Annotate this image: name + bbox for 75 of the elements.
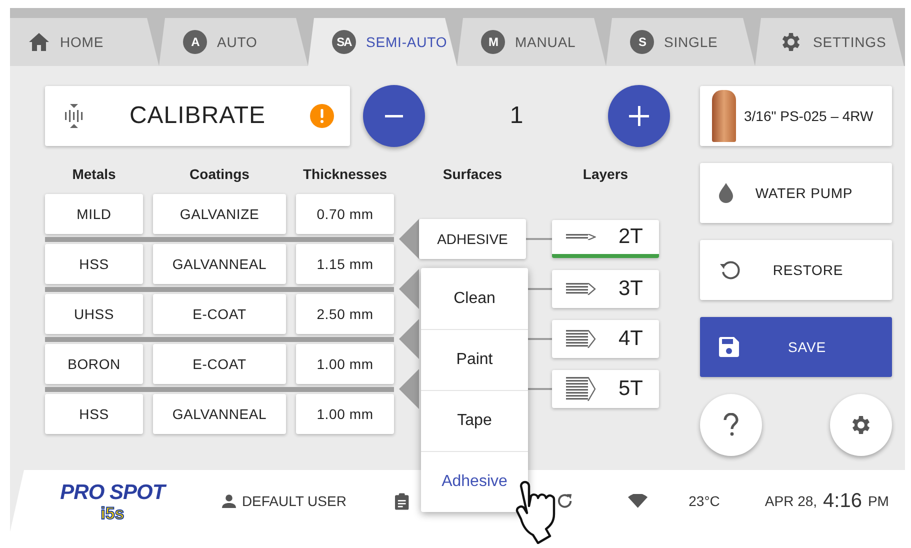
counter-value: 1 — [508, 102, 524, 130]
column-header: Surfaces — [442, 165, 504, 184]
column-header: Layers — [582, 165, 630, 184]
thickness-cell[interactable]: 2.50 mm — [296, 294, 394, 334]
restore-icon — [718, 258, 742, 282]
pointer-triangle — [399, 269, 419, 309]
tip-label: 3/16" PS-025 – 4RW — [744, 108, 874, 124]
metal-cell[interactable]: BORON — [45, 344, 143, 384]
action-button[interactable]: SAVE — [700, 317, 892, 377]
plus-icon — [629, 106, 649, 126]
pointer-triangle — [399, 369, 419, 409]
metal-cell[interactable]: HSS — [45, 394, 143, 434]
coating-cell[interactable]: GALVANIZE — [153, 194, 286, 234]
mode-badge: M — [481, 30, 505, 54]
thickness-cell[interactable]: 1.00 mm — [296, 394, 394, 434]
mode-tab[interactable]: M MANUAL — [457, 18, 606, 66]
layer-chip[interactable]: 2T — [552, 220, 659, 258]
thickness-cell[interactable]: 0.70 mm — [296, 194, 394, 234]
column-header: Metals — [71, 165, 117, 184]
layer-chip[interactable]: 5T — [552, 370, 659, 408]
action-button[interactable]: WATER PUMP — [700, 163, 892, 223]
metal-cell[interactable]: MILD — [45, 194, 143, 234]
user-icon — [222, 494, 236, 508]
layers-icon — [566, 377, 596, 401]
pointer-triangle — [399, 319, 419, 359]
coating-cell[interactable]: E-COAT — [153, 344, 286, 384]
mode-badge: SA — [332, 30, 356, 54]
mode-badge: S — [630, 30, 654, 54]
metal-cell[interactable]: HSS — [45, 244, 143, 284]
temperature: 23°C — [688, 493, 720, 509]
mode-tab[interactable]: SA SEMI-AUTO — [308, 18, 457, 66]
pointer-triangle — [399, 219, 419, 259]
minus-icon — [385, 114, 403, 118]
mode-tab[interactable]: A AUTO — [159, 18, 308, 66]
help-icon — [723, 413, 739, 437]
clipboard-icon — [395, 492, 410, 510]
coating-cell[interactable]: GALVANNEAL — [153, 394, 286, 434]
surface-chip[interactable]: ADHESIVE — [419, 219, 526, 259]
layer-chip[interactable]: 4T — [552, 320, 659, 358]
electrode-tip-drawing — [712, 90, 736, 142]
decrease-button[interactable] — [363, 85, 425, 147]
user-name: DEFAULT USER — [242, 493, 346, 509]
layers-icon — [566, 330, 596, 348]
help-button[interactable] — [700, 394, 762, 456]
column-header: Coatings — [188, 165, 250, 184]
date-time: APR 28, 4:16 PM — [764, 490, 889, 512]
calibrate-label: CALIBRATE — [128, 102, 267, 130]
menu-item[interactable]: Tape — [421, 390, 528, 451]
refresh-icon — [556, 492, 574, 510]
save-icon — [718, 336, 740, 358]
coating-cell[interactable]: E-COAT — [153, 294, 286, 334]
action-button[interactable]: RESTORE — [700, 240, 892, 300]
mode-tab[interactable]: HOME — [10, 18, 159, 66]
increase-button[interactable] — [608, 85, 670, 147]
mode-tab[interactable]: S SINGLE — [606, 18, 755, 66]
metal-cell[interactable]: UHSS — [45, 294, 143, 334]
tip-card[interactable]: 3/16" PS-025 – 4RW — [700, 86, 892, 146]
menu-item[interactable]: Paint — [421, 329, 528, 390]
layer-chip[interactable]: 3T — [552, 270, 659, 308]
home-icon — [28, 32, 50, 52]
layers-icon — [566, 283, 596, 295]
calibrate-card[interactable]: CALIBRATE — [45, 86, 350, 146]
wifi-icon — [628, 494, 648, 508]
thickness-cell[interactable]: 1.00 mm — [296, 344, 394, 384]
layers-icon — [566, 234, 596, 240]
calibrate-icon — [63, 103, 85, 129]
column-header: Thicknesses — [302, 165, 388, 184]
water-drop-icon — [718, 182, 734, 204]
mode-tab[interactable]: SETTINGS — [755, 18, 904, 66]
logo: PRO SPOT i5s — [59, 480, 168, 522]
coating-cell[interactable]: GALVANNEAL — [153, 244, 286, 284]
mode-badge: A — [183, 30, 207, 54]
settings-button[interactable] — [830, 394, 892, 456]
menu-item[interactable]: Clean — [421, 268, 528, 329]
thickness-cell[interactable]: 1.15 mm — [296, 244, 394, 284]
